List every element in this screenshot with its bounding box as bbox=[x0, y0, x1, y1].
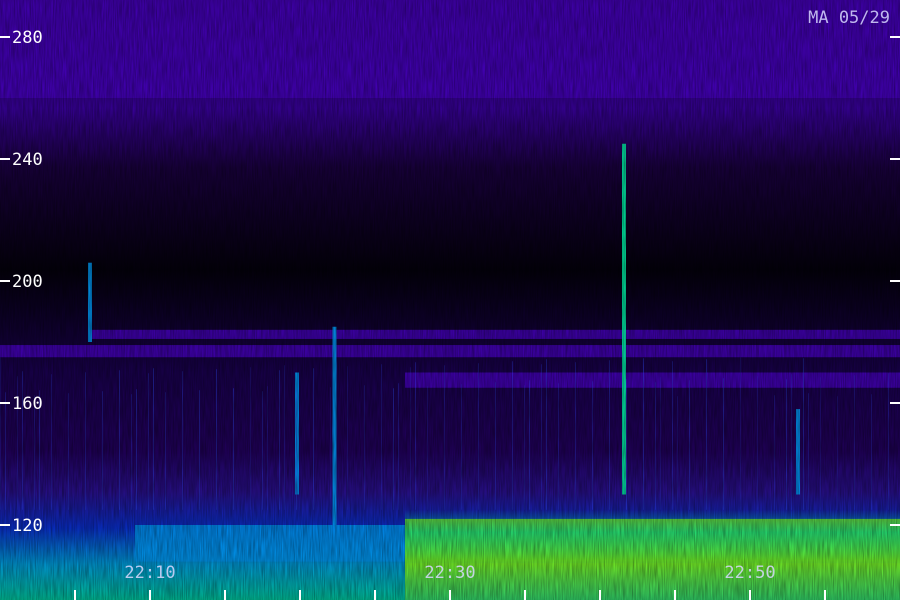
x-tick-label: 22:30 bbox=[424, 563, 475, 583]
corner-label: MA 05/29 bbox=[808, 8, 890, 28]
y-tick-label: 280 bbox=[12, 28, 43, 48]
spectrogram-figure: 120 160 200 240 280 22:10 22:30 22:50 MA 05/29 bbox=[0, 0, 900, 600]
y-tick-label: 120 bbox=[12, 516, 43, 536]
spectrogram-plot: 120 160 200 240 280 22:10 22:30 22:50 MA 05/29 bbox=[0, 0, 900, 600]
x-tick-label: 22:50 bbox=[724, 563, 775, 583]
y-tick-label: 160 bbox=[12, 394, 43, 414]
noise-texture bbox=[0, 0, 900, 600]
y-tick-label: 240 bbox=[12, 150, 43, 170]
y-tick-label: 200 bbox=[12, 272, 43, 292]
x-tick-label: 22:10 bbox=[124, 563, 175, 583]
